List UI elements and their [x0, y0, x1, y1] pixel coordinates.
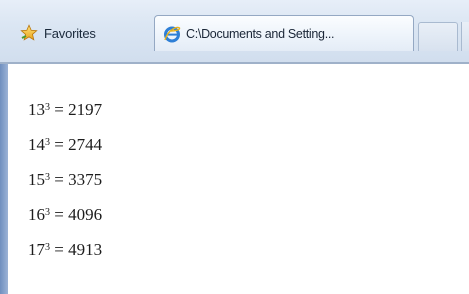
tab-overflow-edge: [461, 22, 469, 51]
list-item: 133 = 2197: [28, 100, 103, 119]
favorites-star-icon: [20, 24, 38, 42]
browser-window: Favorites C:\Documents and Setting... 13…: [0, 0, 469, 294]
favorites-label: Favorites: [44, 25, 96, 41]
list-item: 163 = 4096: [28, 205, 103, 224]
page-content: 133 = 2197 143 = 2744 153 = 3375 163 = 4…: [8, 64, 469, 294]
cube-list: 133 = 2197 143 = 2744 153 = 3375 163 = 4…: [28, 98, 102, 273]
list-item: 153 = 3375: [28, 170, 103, 189]
new-tab-button[interactable]: [418, 22, 458, 51]
tab-active[interactable]: C:\Documents and Setting...: [154, 15, 414, 51]
list-item: 173 = 4913: [28, 240, 103, 259]
tab-bar: Favorites C:\Documents and Setting...: [0, 0, 469, 64]
list-item: 143 = 2744: [28, 135, 103, 154]
window-frame-left: [0, 64, 8, 294]
internet-explorer-icon: [163, 25, 181, 43]
tab-title: C:\Documents and Setting...: [186, 26, 335, 41]
favorites-button[interactable]: Favorites: [14, 18, 104, 48]
